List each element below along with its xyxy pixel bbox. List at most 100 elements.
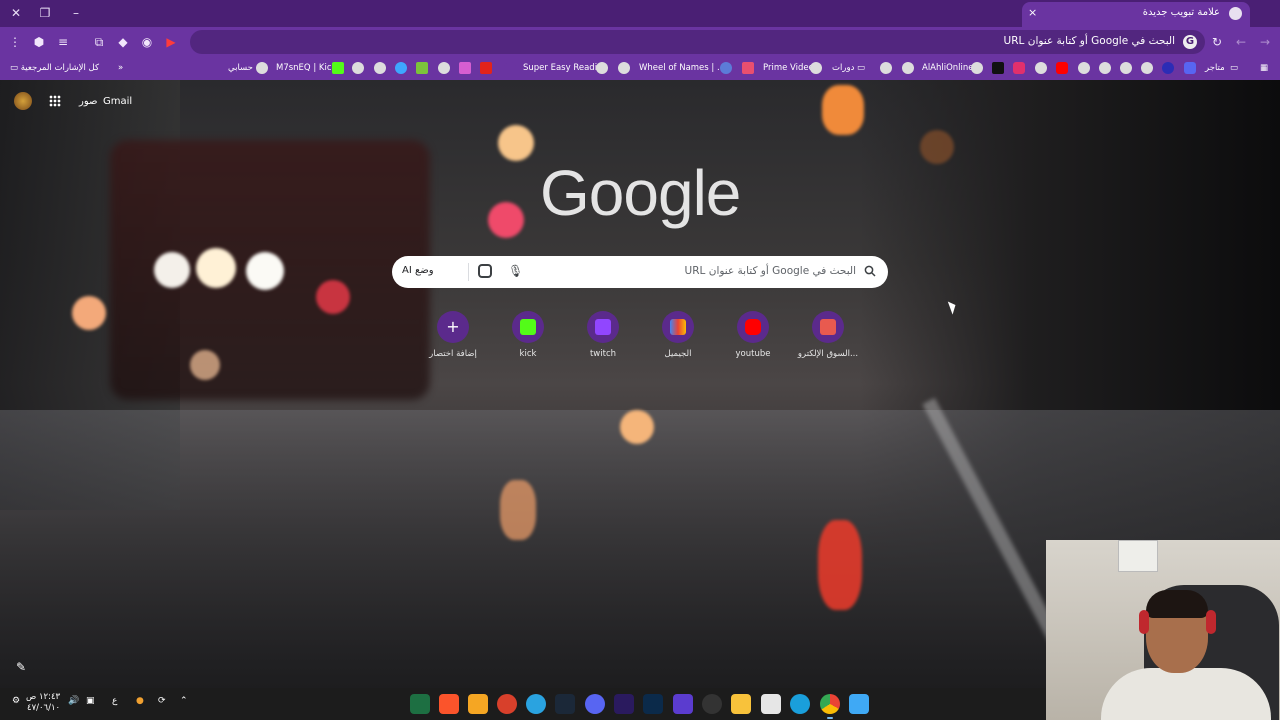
bookmarks-overflow-icon[interactable]: »	[118, 61, 123, 75]
chrome-icon[interactable]	[820, 694, 840, 719]
extension-icon[interactable]: ◉	[140, 35, 154, 49]
folder-icon: ▭	[1230, 63, 1239, 73]
language-indicator[interactable]: ع	[112, 696, 117, 706]
clock-date: ٤٧/٠٦/١٠	[27, 703, 61, 713]
bokeh-light	[500, 480, 536, 540]
site-icon	[742, 62, 754, 74]
app-icon[interactable]	[468, 694, 488, 714]
app-icon[interactable]	[497, 694, 517, 714]
bokeh-light	[196, 248, 236, 288]
menu-kebab-icon[interactable]: ⋮	[8, 35, 22, 49]
system-clock[interactable]: ١٢:٤٣ ص ٤٧/٠٦/١٠	[26, 692, 60, 714]
reload-icon[interactable]: ↻	[1210, 35, 1224, 49]
forward-icon[interactable]: →	[1258, 35, 1272, 49]
app-icon[interactable]	[702, 694, 722, 714]
globe-icon	[971, 62, 983, 74]
extension-icon[interactable]: ◆	[116, 35, 130, 49]
globe-icon	[1120, 62, 1132, 74]
shortcut-twitch[interactable]: twitch	[563, 311, 643, 359]
gmail-link[interactable]: Gmail	[103, 96, 132, 107]
bokeh-light	[488, 202, 524, 238]
brave-icon[interactable]	[439, 694, 459, 714]
bookmark-item[interactable]: حسابي	[228, 61, 253, 75]
search-icon	[864, 265, 876, 277]
start-icon[interactable]	[849, 694, 869, 714]
notification-icon[interactable]: ⚙	[12, 696, 20, 706]
voice-search-icon[interactable]: 🎙	[508, 264, 523, 278]
edge-icon[interactable]	[790, 694, 810, 714]
bookmark-label: M7snEQ | Kick	[276, 63, 337, 73]
tab-title: علامة تبويب جديدة	[1142, 7, 1220, 18]
shortcut-kick[interactable]: kick	[488, 311, 568, 359]
tab-close-icon[interactable]: ×	[1028, 6, 1037, 19]
site-icon	[504, 62, 516, 74]
site-icon	[459, 62, 471, 74]
bookmark-item[interactable]: M7snEQ | Kick	[276, 61, 336, 75]
instagram-icon	[1013, 62, 1025, 74]
shortcut-label: السوق الإلكترو...	[797, 349, 859, 359]
title-bar: ✕ ❐ – + علامة تبويب جديدة ×	[0, 0, 1280, 27]
active-tab[interactable]: علامة تبويب جديدة ×	[1022, 2, 1250, 27]
globe-icon	[374, 62, 386, 74]
premiere-icon[interactable]	[614, 694, 634, 714]
store-icon[interactable]	[761, 694, 781, 714]
search-placeholder: البحث في Google أو كتابة عنوان URL	[684, 265, 856, 277]
bokeh-light	[190, 350, 220, 380]
shortcut-store[interactable]: السوق الإلكترو...	[788, 311, 868, 359]
globe-icon	[1035, 62, 1047, 74]
plus-icon: +	[437, 311, 469, 343]
excel-icon[interactable]	[410, 694, 430, 714]
network-icon[interactable]: ▣	[86, 696, 95, 706]
globe-icon	[618, 62, 630, 74]
images-link[interactable]: صور	[79, 96, 98, 107]
bokeh-light	[246, 252, 284, 290]
headset-icon	[1139, 610, 1149, 634]
reading-list-icon[interactable]: ≡	[56, 35, 70, 49]
bookmark-item[interactable]: Wheel of Names | ...	[639, 61, 725, 75]
extension-icon[interactable]: ⬢	[32, 35, 46, 49]
ai-mode-button[interactable]: وضع AI	[402, 265, 434, 276]
shortcut-youtube[interactable]: youtube	[713, 311, 793, 359]
bookmark-label: AlAhliOnline	[922, 63, 974, 73]
discord-icon[interactable]	[585, 694, 605, 714]
app-icon[interactable]	[673, 694, 693, 714]
profile-avatar[interactable]	[14, 92, 32, 110]
webcam-overlay	[1046, 540, 1280, 720]
telegram-icon[interactable]	[526, 694, 546, 714]
headset-icon	[1206, 610, 1216, 634]
address-bar[interactable]: G البحث في Google أو كتابة عنوان URL	[190, 30, 1205, 54]
bokeh-light	[154, 252, 190, 288]
volume-icon[interactable]: 🔊	[68, 696, 79, 706]
side-panel-icon[interactable]: ▦	[1260, 61, 1268, 75]
close-window-icon[interactable]: ✕	[8, 5, 24, 21]
shortcut-gmail[interactable]: الجيميل	[638, 311, 718, 359]
bookmark-label: حسابي	[228, 63, 253, 73]
bookmark-label: دورات	[832, 63, 855, 73]
sync-icon[interactable]: ⟳	[158, 696, 166, 706]
back-icon[interactable]: ←	[1234, 35, 1248, 49]
bookmark-item[interactable]: Prime Video	[763, 61, 814, 75]
bookmark-folder-item[interactable]: دورات	[832, 61, 854, 75]
bookmark-folder-item[interactable]: متاجر	[1205, 61, 1225, 75]
file-explorer-icon[interactable]	[731, 694, 751, 714]
steam-icon[interactable]	[555, 694, 575, 714]
youtube-extension-icon[interactable]: ▶	[164, 35, 178, 49]
bookmark-label: Prime Video	[763, 63, 814, 73]
extensions-puzzle-icon[interactable]: ⧉	[92, 35, 106, 49]
photoshop-icon[interactable]	[643, 694, 663, 714]
all-bookmarks-folder[interactable]: ▭ كل الإشارات المرجعية	[10, 61, 99, 75]
globe-icon	[1078, 62, 1090, 74]
restore-window-icon[interactable]: ❐	[37, 5, 53, 21]
microphone-icon[interactable]: ●	[136, 696, 144, 706]
ntp-search-box[interactable]: البحث في Google أو كتابة عنوان URL 🎙 وضع…	[392, 256, 888, 288]
shortcut-add[interactable]: + إضافة اختصار	[413, 311, 493, 359]
download-icon	[416, 62, 428, 74]
google-apps-icon[interactable]	[49, 95, 61, 107]
customize-pencil-icon[interactable]: ✎	[16, 660, 26, 674]
minimize-window-icon[interactable]: –	[68, 5, 84, 21]
google-lens-icon[interactable]	[478, 264, 492, 278]
show-hidden-icons-icon[interactable]: ⌃	[180, 696, 188, 706]
ntp-header: صور Gmail	[0, 92, 1280, 112]
bokeh-light	[498, 125, 534, 161]
bookmark-item[interactable]: AlAhliOnline	[922, 61, 974, 75]
